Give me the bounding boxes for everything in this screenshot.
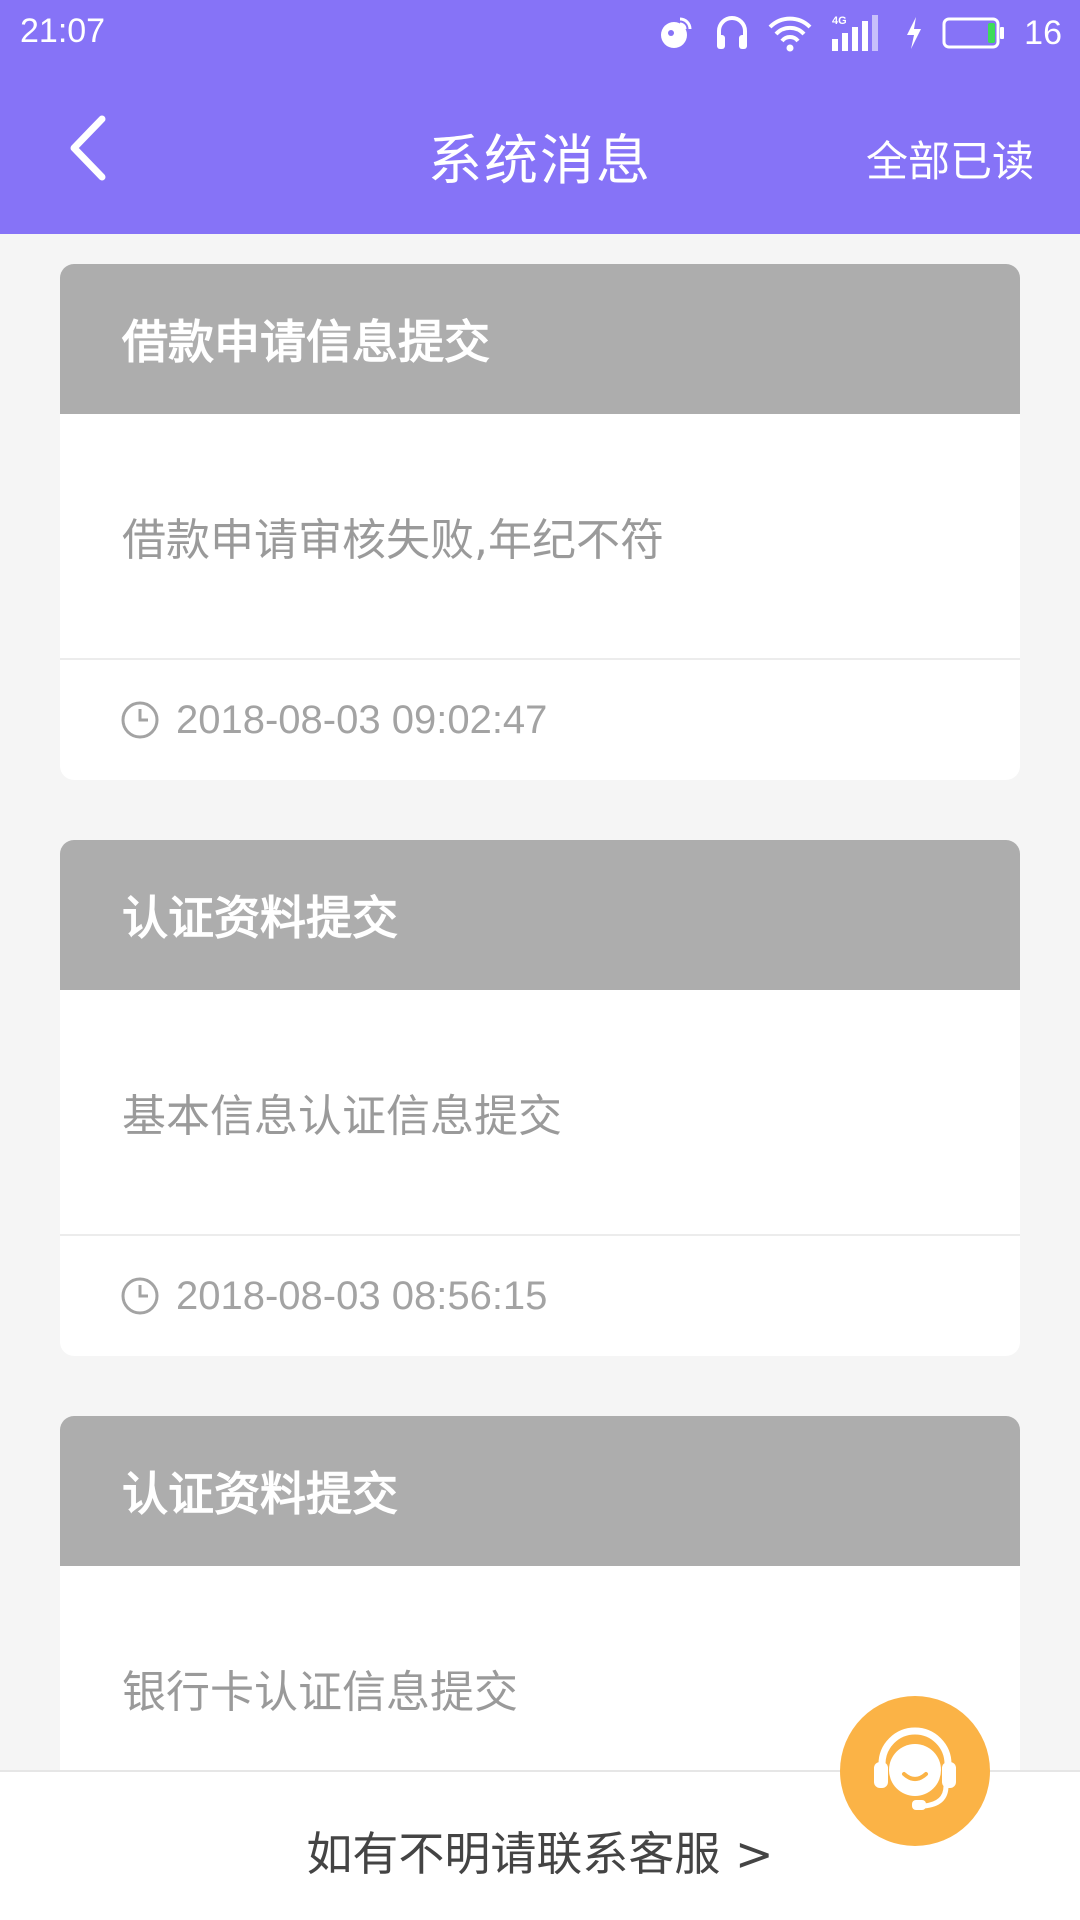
svg-text:4G: 4G [832,15,847,27]
headphone-icon [714,13,750,53]
clock-icon [120,1276,160,1316]
customer-service-icon [860,1714,970,1828]
status-bar: 21:07 4G 16 [0,0,1080,66]
charging-icon [904,13,924,53]
battery-icon [942,15,1006,51]
battery-percent: 16 [1024,13,1062,52]
message-title: 借款申请信息提交 [60,264,1020,414]
status-time: 21:07 [20,12,106,50]
message-list[interactable]: 借款申请信息提交 借款申请审核失败,年纪不符 2018-08-03 09:02:… [0,234,1080,1770]
message-content: 基本信息认证信息提交 [60,990,1020,1236]
message-time-row: 2018-08-03 09:02:47 [60,660,1020,780]
message-card[interactable]: 认证资料提交 基本信息认证信息提交 2018-08-03 08:56:15 [60,840,1020,1356]
status-icons: 4G 16 [656,10,1062,56]
message-card[interactable]: 借款申请信息提交 借款申请审核失败,年纪不符 2018-08-03 09:02:… [60,264,1020,780]
message-time: 2018-08-03 08:56:15 [176,1273,548,1318]
nfc-icon [656,13,696,53]
message-title: 认证资料提交 [60,840,1020,990]
wifi-icon [768,13,812,53]
customer-service-button[interactable] [840,1696,990,1846]
signal-4g-icon: 4G [830,13,886,53]
mark-all-read-button[interactable]: 全部已读 [866,128,1034,189]
message-time-row: 2018-08-03 08:56:15 [60,1236,1020,1356]
message-title: 认证资料提交 [60,1416,1020,1566]
message-time: 2018-08-03 09:02:47 [176,697,548,742]
clock-icon [120,700,160,740]
nav-bar: 系统消息 全部已读 [0,66,1080,234]
message-content: 借款申请审核失败,年纪不符 [60,414,1020,660]
